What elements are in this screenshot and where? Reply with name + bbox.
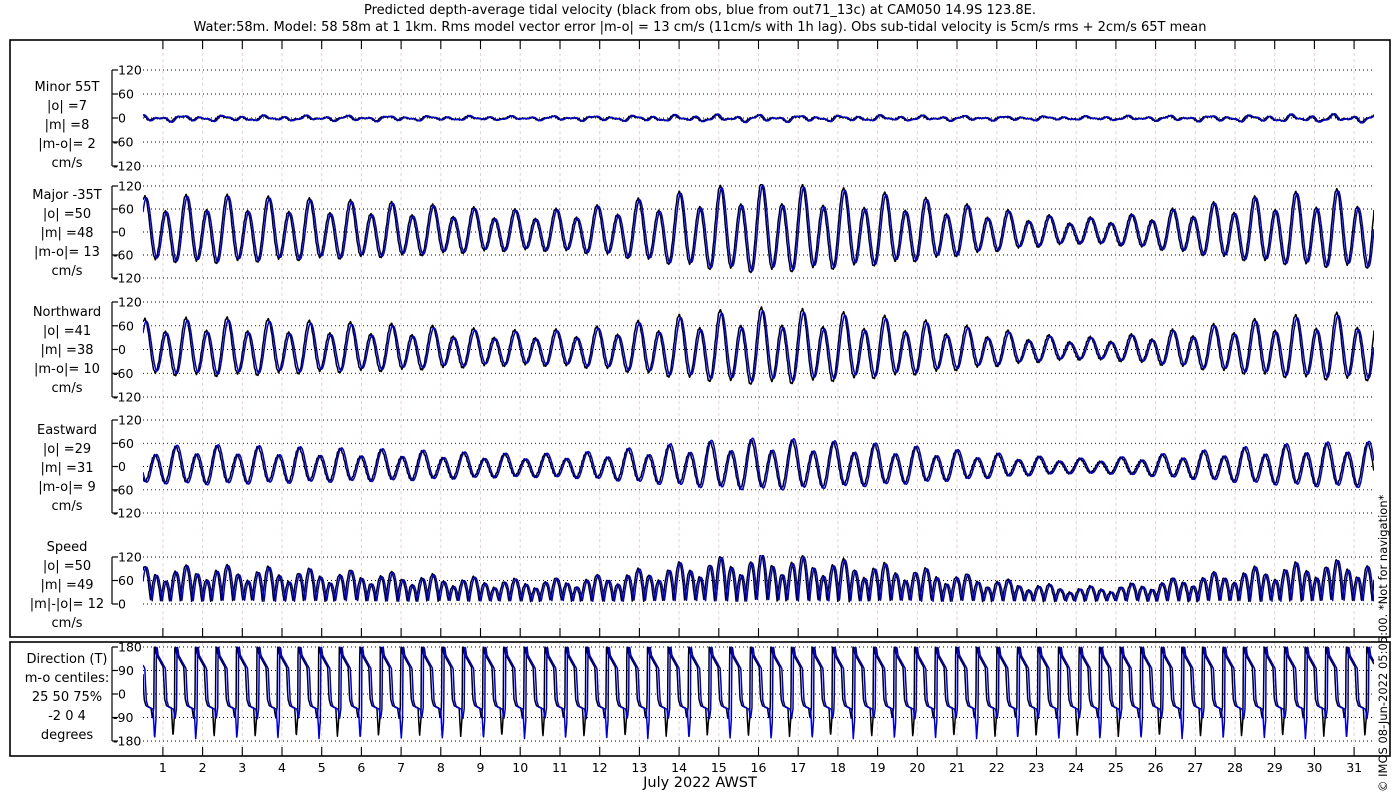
- panel-label-northward: Northward |o| =41 |m| =38 |m-o|= 10 cm/s: [4, 303, 130, 398]
- x-tick-label: 5: [317, 760, 326, 775]
- x-tick-label: 13: [631, 760, 648, 775]
- x-tick-label: 18: [829, 760, 846, 775]
- x-tick-label: 31: [1346, 760, 1363, 775]
- panel-label-line: cm/s: [51, 264, 83, 279]
- x-tick-label: 22: [988, 760, 1005, 775]
- panel-label-direction: Direction (T) m-o centiles: 25 50 75% -2 0 …: [4, 650, 130, 745]
- x-tick-label: 19: [869, 760, 886, 775]
- panel-label-line: |m| =31: [40, 461, 94, 476]
- y-tick-label: 120: [118, 63, 142, 78]
- panel-label-line: m-o centiles:: [24, 671, 110, 686]
- panel-label-line: cm/s: [51, 616, 83, 631]
- x-tick-label: 6: [357, 760, 366, 775]
- panel-label-line: cm/s: [51, 499, 83, 514]
- panel-label-line: |m| =48: [40, 226, 94, 241]
- x-tick-label: 26: [1147, 760, 1164, 775]
- panel-label-line: degrees: [40, 728, 94, 743]
- x-tick-label: 15: [710, 760, 727, 775]
- x-tick-label: 27: [1187, 760, 1204, 775]
- x-tick-label: 20: [909, 760, 926, 775]
- velocity-frame: [9, 39, 1391, 638]
- panel-label-line: |m|-|o|= 12: [29, 597, 105, 612]
- panel-label-line: Direction (T): [26, 652, 108, 667]
- x-tick-label: 1: [158, 760, 167, 775]
- x-tick-label: 28: [1227, 760, 1243, 775]
- x-tick-label: 8: [436, 760, 445, 775]
- x-tick-label: 9: [476, 760, 485, 775]
- tidal-velocity-figure: Predicted depth-average tidal velocity (…: [0, 0, 1400, 800]
- panel-label-line: |m| =49: [40, 578, 94, 593]
- panel-label-line: |m-o|= 13: [34, 245, 100, 260]
- chart-canvas: 120600-60-120120600-60-120120600-60-1201…: [9, 39, 1391, 757]
- x-tick-label: 21: [949, 760, 965, 775]
- panel-label-line: Eastward: [36, 423, 98, 438]
- panel-label-line: |m| =38: [40, 343, 94, 358]
- x-axis-title: July 2022 AWST: [643, 775, 757, 791]
- x-tick-label: 24: [1068, 760, 1085, 775]
- panel-label-line: |m-o|= 9: [38, 480, 96, 495]
- panel-label-line: cm/s: [51, 156, 83, 171]
- panel-label-line: -2 0 4: [48, 709, 86, 724]
- x-tick-label: 11: [551, 760, 568, 775]
- x-tick-label: 30: [1306, 760, 1323, 775]
- panel-label-line: Major -35T: [32, 188, 102, 203]
- x-tick-label: 23: [1028, 760, 1045, 775]
- x-tick-label: 25: [1107, 760, 1124, 775]
- panel-label-line: |m-o|= 2: [38, 137, 96, 152]
- panel-label-major: Major -35T |o| =50 |m| =48 |m-o|= 13 cm/s: [4, 186, 130, 281]
- x-tick-label: 17: [790, 760, 807, 775]
- panel-label-line: |o| =7: [46, 99, 87, 114]
- panel-label-line: Northward: [32, 305, 102, 320]
- panel-label-line: |m-o|= 10: [34, 362, 100, 377]
- panel-label-minor: Minor 55T |o| =7 |m| =8 |m-o|= 2 cm/s: [4, 78, 130, 173]
- panel-label-line: |o| =29: [42, 442, 92, 457]
- x-tick-label: 4: [277, 760, 286, 775]
- panel-label-eastward: Eastward |o| =29 |m| =31 |m-o|= 9 cm/s: [4, 421, 130, 516]
- panel-label-line: |m| =8: [44, 118, 90, 133]
- x-tick-label: 14: [671, 760, 688, 775]
- x-tick-label: 12: [591, 760, 608, 775]
- x-tick-label: 10: [512, 760, 529, 775]
- panel-label-line: |o| =50: [42, 559, 92, 574]
- x-tick-label: 3: [238, 760, 247, 775]
- x-tick-label: 29: [1266, 760, 1283, 775]
- x-tick-label: 7: [397, 760, 406, 775]
- panel-label-line: Minor 55T: [34, 80, 100, 95]
- panel-label-line: |o| =41: [42, 324, 92, 339]
- panel-label-line: cm/s: [51, 381, 83, 396]
- panel-label-line: 25 50 75%: [31, 690, 103, 705]
- panel-label-line: |o| =50: [42, 207, 92, 222]
- x-tick-label: 16: [750, 760, 767, 775]
- imos-watermark: © IMOS 08-Jun-2022 05:05:00. *Not for na…: [1376, 494, 1390, 792]
- panel-label-speed: Speed |o| =50 |m| =49 |m|-|o|= 12 cm/s: [4, 538, 130, 633]
- x-tick-label: 2: [198, 760, 207, 775]
- panel-label-line: Speed: [46, 540, 88, 555]
